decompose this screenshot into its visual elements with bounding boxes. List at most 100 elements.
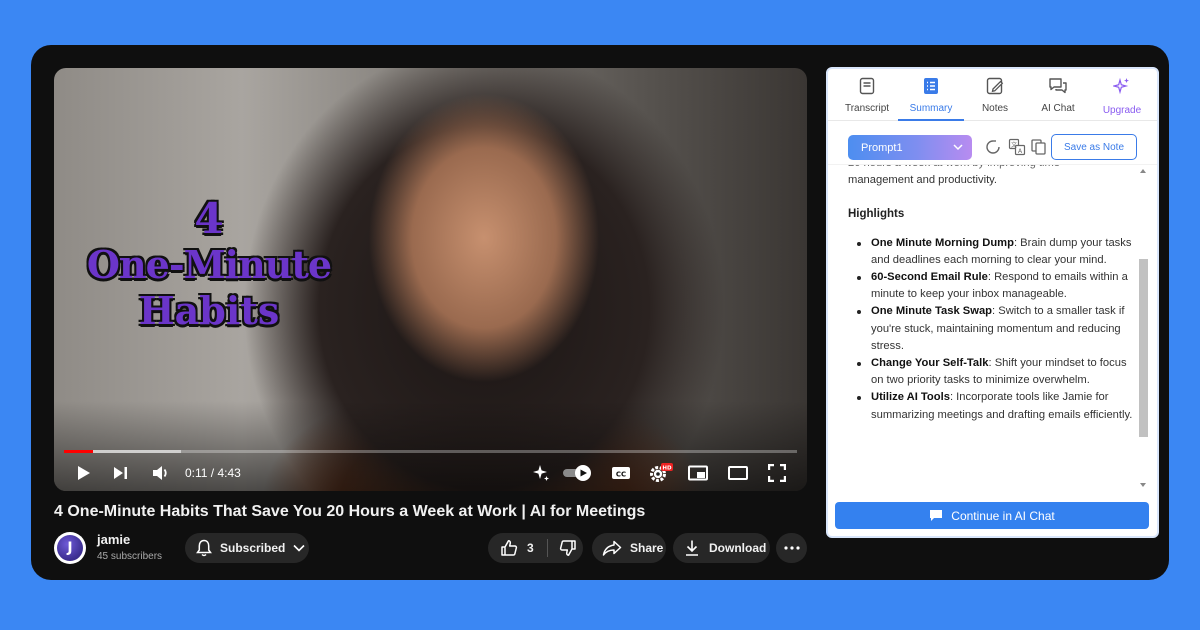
list-item: One Minute Morning Dump: Brain dump your…	[851, 235, 1138, 269]
next-button[interactable]	[111, 461, 131, 485]
fullscreen-button[interactable]	[766, 461, 788, 485]
download-button[interactable]: Download	[673, 533, 770, 563]
bell-icon	[196, 539, 212, 557]
video-overlay-title: 4 One-Minute Habits	[59, 196, 359, 334]
more-horizontal-icon	[783, 546, 800, 550]
player-controls: 0:11 / 4:43 CC HD	[54, 458, 807, 488]
thumbs-up-icon	[501, 540, 518, 556]
dislike-button[interactable]	[559, 539, 577, 557]
tab-notes-label: Notes	[981, 103, 1009, 114]
continue-label: Continue in AI Chat	[951, 508, 1055, 523]
subscribed-label: Subscribed	[220, 541, 286, 555]
tab-ai-chat-label: AI Chat	[1041, 103, 1075, 114]
like-count: 3	[527, 541, 534, 555]
summary-intro: management and productivity.	[848, 174, 998, 187]
highlight-title: Utilize AI Tools	[871, 391, 950, 404]
hd-badge: HD	[662, 465, 672, 471]
captions-icon: CC	[612, 467, 630, 479]
summary-content: 20 hours a week at work by improving tim…	[848, 155, 1138, 424]
captions-button[interactable]: CC	[610, 461, 632, 485]
share-icon	[602, 540, 622, 556]
like-button[interactable]: 3	[500, 539, 534, 557]
fullscreen-icon	[768, 464, 786, 482]
copy-icon[interactable]	[1030, 138, 1048, 156]
highlight-title: One Minute Task Swap	[871, 305, 993, 318]
translate-icon[interactable]: 文A	[1008, 138, 1026, 156]
tab-ai-chat[interactable]: AI Chat	[1025, 77, 1091, 121]
list-item: One Minute Task Swap: Switch to a smalle…	[851, 303, 1138, 355]
autoplay-toggle[interactable]	[562, 461, 594, 485]
save-as-note-button[interactable]: Save as Note	[1051, 134, 1137, 160]
download-icon	[686, 540, 698, 556]
chevron-down-icon	[953, 144, 963, 151]
prompt-select[interactable]: Prompt1	[848, 135, 972, 160]
scroll-up-arrow[interactable]	[1140, 169, 1146, 173]
download-label: Download	[709, 541, 767, 555]
progress-played	[64, 450, 94, 453]
continue-in-ai-chat-button[interactable]: Continue in AI Chat	[835, 502, 1149, 529]
autoplay-toggle-icon	[563, 465, 591, 481]
scroll-down-arrow[interactable]	[1140, 483, 1146, 487]
refresh-icon[interactable]	[984, 138, 1002, 156]
chat-bubble-icon	[930, 510, 943, 521]
tab-summary-label: Summary	[909, 103, 953, 114]
gear-icon: HD	[650, 463, 673, 482]
thumbs-down-icon	[559, 540, 576, 556]
chevron-down-icon	[293, 544, 305, 552]
chat-icon	[1049, 78, 1067, 94]
tab-transcript[interactable]: Transcript	[834, 77, 900, 121]
ai-sparkle-button[interactable]	[530, 461, 552, 485]
summary-toolbar: Prompt1 文A Save as Note	[828, 129, 1157, 165]
highlight-title: Change Your Self-Talk	[871, 357, 989, 370]
like-divider	[546, 539, 548, 557]
video-title: 4 One-Minute Habits That Save You 20 Hou…	[54, 503, 646, 520]
channel-avatar[interactable]: J	[54, 532, 86, 564]
volume-icon	[153, 466, 167, 480]
notes-icon	[986, 77, 1004, 95]
progress-bar[interactable]	[64, 450, 797, 453]
overlay-title-line-3: Habits	[138, 288, 280, 333]
settings-button[interactable]: HD	[648, 461, 674, 485]
list-item: Utilize AI Tools: Incorporate tools like…	[851, 389, 1138, 423]
time-display: 0:11 / 4:43	[185, 466, 241, 480]
more-actions-button[interactable]	[776, 533, 807, 563]
prompt-select-label: Prompt1	[861, 141, 903, 154]
tab-notes[interactable]: Notes	[962, 77, 1028, 121]
svg-text:CC: CC	[616, 470, 626, 478]
miniplayer-button[interactable]	[687, 461, 709, 485]
highlight-title: One Minute Morning Dump	[871, 236, 1014, 249]
tab-transcript-label: Transcript	[844, 103, 890, 114]
highlights-heading: Highlights	[848, 208, 905, 221]
scroll-thumb[interactable]	[1139, 259, 1148, 437]
theater-icon	[728, 466, 748, 480]
overlay-title-line-2: One-Minute	[86, 242, 332, 287]
highlights-list: One Minute Morning Dump: Brain dump your…	[848, 235, 1138, 424]
video-player[interactable]: 4 One-Minute Habits 0:11 / 4:43 CC HD	[54, 68, 807, 491]
sparkle-icon	[533, 465, 549, 481]
tab-upgrade[interactable]: Upgrade	[1089, 77, 1155, 121]
highlight-title: 60-Second Email Rule	[871, 271, 988, 284]
sparkle-icon	[1113, 77, 1129, 95]
summary-panel: Transcript Summary Notes AI Chat Upgrade…	[826, 67, 1159, 538]
summary-scrollbar[interactable]	[1138, 165, 1148, 495]
volume-button[interactable]	[150, 461, 172, 485]
skip-next-icon	[114, 467, 127, 479]
tab-summary[interactable]: Summary	[898, 77, 964, 121]
tab-upgrade-label: Upgrade	[1102, 105, 1142, 116]
overlay-title-line-1: 4	[194, 194, 224, 243]
theater-mode-button[interactable]	[727, 461, 749, 485]
share-label: Share	[630, 541, 664, 555]
avatar-letter: J	[57, 535, 83, 561]
share-button[interactable]: Share	[592, 533, 666, 563]
transcript-icon	[859, 77, 875, 95]
subscribed-button[interactable]: Subscribed	[185, 533, 309, 563]
play-icon	[78, 466, 90, 480]
summary-icon	[924, 78, 938, 94]
miniplayer-icon	[688, 465, 708, 481]
subscriber-count: 45 subscribers	[97, 551, 163, 562]
channel-name[interactable]: jamie	[97, 532, 130, 547]
play-button[interactable]	[74, 461, 94, 485]
panel-tabs: Transcript Summary Notes AI Chat Upgrade	[828, 69, 1157, 121]
like-dislike-group: 3	[488, 533, 583, 563]
svg-text:文: 文	[1011, 141, 1017, 149]
